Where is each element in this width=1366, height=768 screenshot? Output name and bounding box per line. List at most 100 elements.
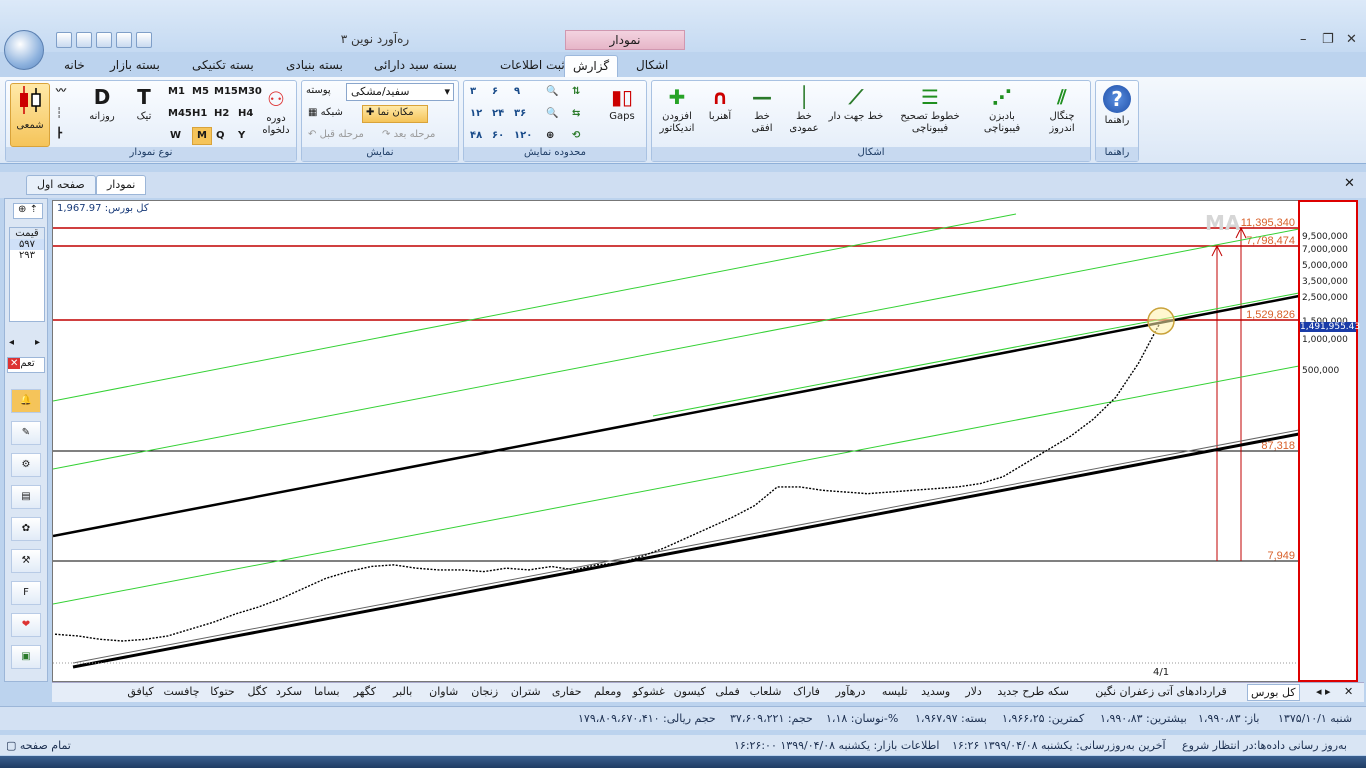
app-orb-button[interactable] [4, 30, 44, 70]
symbol-tab[interactable]: شاوان [423, 684, 464, 699]
range-36[interactable]: ۳۶ [514, 107, 526, 121]
zoom-in-icon[interactable]: 🔍 [546, 85, 558, 99]
symbol-tab[interactable]: حتوکا [202, 684, 243, 699]
filter-box[interactable]: ✕ تعم [7, 357, 45, 373]
symbol-tab[interactable]: وسدید [915, 684, 956, 699]
period-q[interactable]: Q [216, 129, 225, 143]
range-60[interactable]: ۶۰ [492, 129, 504, 143]
zoom-out-icon[interactable]: 🔍 [546, 107, 558, 121]
symbol-tab[interactable]: کگل [243, 684, 272, 699]
tab-home[interactable]: خانه [58, 55, 91, 77]
price-axis[interactable]: 9,500,000 7,000,000 5,000,000 3,500,000 … [1298, 200, 1360, 682]
symbol-tab[interactable]: فملی [710, 684, 745, 699]
period-h1[interactable]: H1 [192, 107, 207, 121]
tool-2-icon[interactable]: ✎ [11, 421, 41, 445]
magnet-button[interactable]: ∩ آهنربا [702, 85, 738, 123]
range-24[interactable]: ۲۴ [492, 107, 504, 121]
symbol-tab[interactable]: شلعاب [745, 684, 786, 699]
symbol-scroll-icon[interactable]: ◂ ▸ [1316, 684, 1331, 699]
period-y[interactable]: Y [238, 129, 245, 143]
symbol-tab[interactable]: غشوکو [628, 684, 669, 699]
fullscreen-button[interactable]: ▢ تمام صفحه [6, 739, 71, 752]
tool-1-icon[interactable]: 🔔 [11, 389, 41, 413]
doc-tab-first-page[interactable]: صفحه اول [26, 175, 96, 195]
symbol-tab[interactable]: بساما [306, 684, 347, 699]
print-icon[interactable] [76, 32, 92, 48]
close-icon[interactable]: ✕ [1346, 32, 1357, 47]
close-doc-icon[interactable]: ✕ [1344, 176, 1355, 191]
scroll-icon[interactable]: ⇅ [572, 85, 580, 99]
daily-button[interactable]: D روزانه [86, 85, 118, 123]
symbol-tab[interactable]: کگهر [347, 684, 382, 699]
fib-retracement-button[interactable]: ☰ خطوط تصحیح فیبوناچی [892, 85, 968, 135]
doc-tab-chart[interactable]: نمودار [96, 175, 147, 195]
period-m5[interactable]: M5 [192, 85, 209, 99]
custom-period-button[interactable]: ⚇ دوره دلخواه [258, 87, 294, 137]
save-icon[interactable] [56, 32, 72, 48]
tab-market[interactable]: بسته بازار [104, 55, 166, 77]
price-row-1[interactable]: ۵۹۷ [10, 239, 44, 250]
scroll-left-icon[interactable]: ◂ [9, 337, 14, 348]
symbol-tab[interactable]: سکه طرح جدید [991, 684, 1075, 699]
vline-button[interactable]: │ خط عمودی [786, 85, 822, 135]
range-12[interactable]: ۱۲ [470, 107, 482, 121]
hline-button[interactable]: — خط افقی [744, 85, 780, 135]
add-indicator-button[interactable]: ✚ افزودن اندیکاتور [654, 85, 700, 135]
pin-icon[interactable]: ⊕ ⇡ [13, 203, 43, 219]
symbol-tab[interactable]: درهآور [827, 684, 874, 699]
tool-4-icon[interactable]: ▤ [11, 485, 41, 509]
restore-icon[interactable]: ❐ [1322, 32, 1334, 47]
range-9[interactable]: ۹ [514, 85, 520, 99]
minimize-icon[interactable]: – [1300, 32, 1307, 47]
symbol-tab[interactable]: زنجان [464, 684, 505, 699]
help-small-icon[interactable] [136, 32, 152, 48]
tab-technical[interactable]: بسته تکنیکی [186, 55, 260, 77]
symbol-tab[interactable]: دلار [956, 684, 991, 699]
symbol-tab[interactable]: سکرد [272, 684, 307, 699]
symbol-tab[interactable]: حفاری [546, 684, 587, 699]
preview-icon[interactable] [96, 32, 112, 48]
grid-button[interactable]: ▦ شبکه [308, 107, 343, 118]
close-symbol-icon[interactable]: ✕ [1344, 684, 1353, 699]
clear-icon[interactable]: ✕ [8, 358, 21, 369]
symbol-tab[interactable]: قراردادهای آتی زعفران نگین [1075, 684, 1246, 699]
symbol-tab[interactable]: ومعلم [587, 684, 628, 699]
ohlc-small-icon[interactable]: ┣ [56, 127, 62, 141]
auto-icon[interactable]: ⟲ [572, 129, 580, 143]
help-button[interactable]: ? راهنما [1098, 85, 1136, 127]
tab-fundamental[interactable]: بسته بنیادی [280, 55, 349, 77]
tool-5-icon[interactable]: ✿ [11, 517, 41, 541]
line-chart-small-icon[interactable]: 〰 [56, 85, 66, 99]
period-h2[interactable]: H2 [214, 107, 229, 121]
tool-7-icon[interactable]: F [11, 581, 41, 605]
candle-button[interactable]: شمعی [10, 83, 50, 147]
price-row-2[interactable]: ۲۹۳ [10, 250, 44, 261]
tab-portfolio[interactable]: بسته سبد دارائی [368, 55, 463, 77]
cursor-button[interactable]: ✚ مکان نما [362, 105, 428, 123]
tool-3-icon[interactable]: ⚙ [11, 453, 41, 477]
symbol-tab[interactable]: بالبر [382, 684, 423, 699]
symbol-tab[interactable]: چافست [161, 684, 202, 699]
period-m45[interactable]: M45 [168, 107, 192, 121]
tab-shapes[interactable]: اشکال [630, 55, 674, 77]
range-6[interactable]: ۶ [492, 85, 498, 99]
period-h4[interactable]: H4 [238, 107, 253, 121]
tab-data-entry[interactable]: ثبت اطلاعات [494, 55, 571, 77]
theme-select[interactable]: سفید/مشکی ▾ [346, 83, 454, 101]
fib-fan-button[interactable]: ⋰ بادبزن فیبوناچی [972, 85, 1032, 135]
period-w[interactable]: W [170, 129, 181, 143]
symbol-tab[interactable]: تلیسه [874, 684, 915, 699]
range-48[interactable]: ۴۸ [470, 129, 482, 143]
period-m1[interactable]: M1 [168, 85, 185, 99]
scroll-right-icon[interactable]: ▸ [35, 337, 40, 348]
tool-9-icon[interactable]: ▣ [11, 645, 41, 669]
andrews-button[interactable]: ⫽ چنگال اندروز [1036, 85, 1088, 135]
next-step-button[interactable]: ↷ مرحله بعد [382, 129, 435, 140]
period-m[interactable]: M [192, 127, 212, 145]
chart-svg[interactable]: 11,395,340 7,798,474 1,529,826 87,318 7,949 [52, 201, 1357, 683]
gaps-button[interactable]: ▮▯ Gaps [604, 85, 640, 123]
zoom-fit-icon[interactable]: ⊕ [546, 129, 554, 143]
prev-step-button[interactable]: ↶ مرحله قبل [308, 129, 364, 140]
symbol-tab[interactable]: کیسون [669, 684, 710, 699]
tab-report[interactable]: گزارش [564, 55, 618, 77]
